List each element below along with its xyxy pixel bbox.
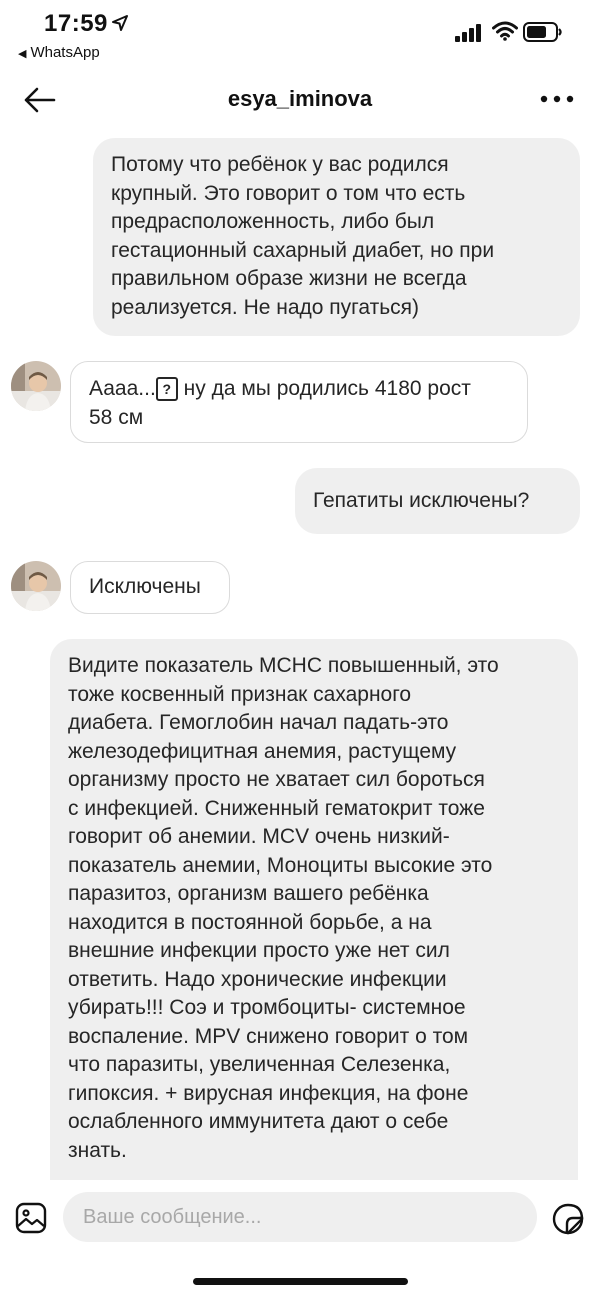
avatar[interactable] xyxy=(11,561,61,611)
message-outgoing[interactable]: Гепатиты исключены? xyxy=(295,468,580,534)
status-time: 17:59 xyxy=(44,10,108,37)
message-line: гестационный сахарный диабет, но при xyxy=(111,238,495,262)
message-incoming[interactable]: Аааа...? ну да мы родились 4180 рост 58 … xyxy=(70,361,528,443)
contact-name[interactable]: esya_iminova xyxy=(0,86,600,112)
avatar-photo-icon xyxy=(11,561,61,611)
message-line: правильном образе жизни не всегда xyxy=(111,267,467,290)
status-bar: 17:59 ◀ WhatsApp xyxy=(0,0,600,70)
back-to-app-link[interactable]: ◀ WhatsApp xyxy=(18,44,100,61)
home-indicator[interactable] xyxy=(193,1278,408,1285)
message-incoming[interactable]: Видите показатель МСНС повышенный, это т… xyxy=(50,639,578,1180)
location-arrow-icon xyxy=(112,15,128,31)
message-line: железодефицитная анемия, растущему xyxy=(68,739,457,763)
message-line: тоже косвенный признак сахарного xyxy=(68,682,412,706)
message-line: ослабленного иммунитета дают о себе xyxy=(68,1110,449,1133)
message-line: что паразиты, увеличенная Селезенка, xyxy=(68,1053,451,1076)
message-line: с инфекцией. Сниженный гематокрит тоже xyxy=(68,796,485,820)
message-outgoing[interactable]: Потому что ребёнок у вас родился крупный… xyxy=(93,138,580,336)
back-triangle-icon: ◀ xyxy=(18,48,27,60)
message-line: организму просто не хватает сил бороться xyxy=(68,768,485,791)
message-line: Потому что ребёнок у вас родился xyxy=(111,153,449,176)
message-line: реализуется. Не надо пугаться) xyxy=(111,295,420,319)
sticker-icon[interactable] xyxy=(551,1202,585,1236)
message-line: диабета. Гемоглобин начал падать-это xyxy=(68,711,449,734)
message-composer xyxy=(0,1180,600,1255)
back-app-label: WhatsApp xyxy=(30,44,100,61)
message-line: находится в постоянной борьбе, а на xyxy=(68,910,432,934)
more-horizontal-icon[interactable] xyxy=(540,94,574,104)
message-line: Гепатиты исключены? xyxy=(313,489,530,512)
message-line: воспаление. MPV снижено говорит о том xyxy=(68,1024,469,1048)
message-line: крупный. Это говорит о том что есть xyxy=(111,181,466,205)
unknown-emoji-icon: ? xyxy=(155,377,178,401)
message-line: Аааа...? ну да мы родились 4180 рост xyxy=(89,375,509,404)
message-prefix: Аааа... xyxy=(89,377,156,400)
avatar[interactable] xyxy=(11,361,61,411)
message-input[interactable] xyxy=(63,1192,537,1242)
message-line: показатель анемии, Моноциты высокие это xyxy=(68,853,493,877)
avatar-photo-icon xyxy=(11,361,61,411)
battery-icon xyxy=(523,22,562,42)
message-line: гипоксия. + вирусная инфекция, на фоне xyxy=(68,1081,469,1105)
message-line: знать. xyxy=(68,1138,127,1162)
message-line: предрасположенность, либо был xyxy=(111,210,435,233)
chat-header: esya_iminova xyxy=(0,70,600,130)
message-line: говорит об анемии. MCV очень низкий- xyxy=(68,825,450,848)
message-line: Видите показатель МСНС повышенный, это xyxy=(68,654,499,677)
message-line: Исключены xyxy=(89,575,201,598)
message-line: внешние инфекции просто уже нет сил xyxy=(68,939,450,962)
message-line: ответить. Надо хронические инфекции xyxy=(68,967,447,991)
message-line: 58 см xyxy=(89,405,144,429)
image-icon[interactable] xyxy=(15,1202,47,1234)
cellular-signal-icon xyxy=(455,24,481,42)
message-line: паразитоз, организм вашего ребёнка xyxy=(68,882,429,905)
message-incoming[interactable]: Исключены xyxy=(70,561,230,614)
message-line-rest: ну да мы родились 4180 рост xyxy=(177,377,471,400)
message-line: убирать!!! Соэ и тромбоциты- системное xyxy=(68,996,466,1019)
wifi-icon xyxy=(492,21,518,41)
